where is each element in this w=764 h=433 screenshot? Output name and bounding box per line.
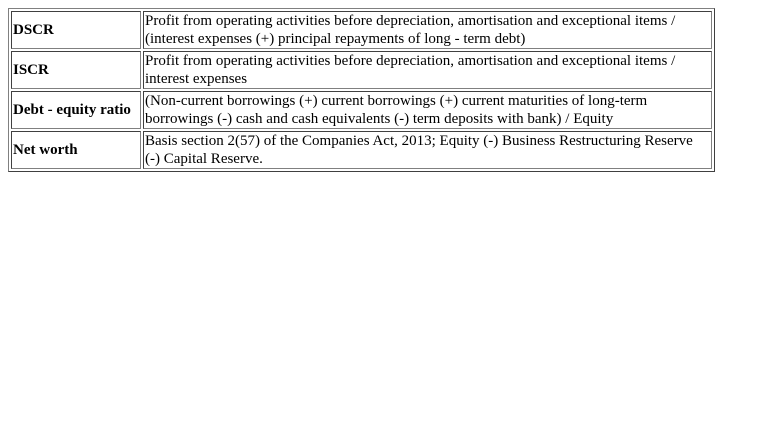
definitions-table-container: DSCR Profit from operating activities be… (8, 8, 715, 172)
table-row: ISCR Profit from operating activities be… (11, 51, 712, 89)
definition-cell: Profit from operating activities before … (143, 51, 712, 89)
table-row: DSCR Profit from operating activities be… (11, 11, 712, 49)
table-row: Net worth Basis section 2(57) of the Com… (11, 131, 712, 169)
term-cell: ISCR (11, 51, 141, 89)
definition-cell: Profit from operating activities before … (143, 11, 712, 49)
table-row: Debt - equity ratio (Non-current borrowi… (11, 91, 712, 129)
term-cell: Debt - equity ratio (11, 91, 141, 129)
definition-cell: (Non-current borrowings (+) current borr… (143, 91, 712, 129)
definition-cell: Basis section 2(57) of the Companies Act… (143, 131, 712, 169)
term-cell: Net worth (11, 131, 141, 169)
definitions-table: DSCR Profit from operating activities be… (8, 8, 715, 172)
term-cell: DSCR (11, 11, 141, 49)
